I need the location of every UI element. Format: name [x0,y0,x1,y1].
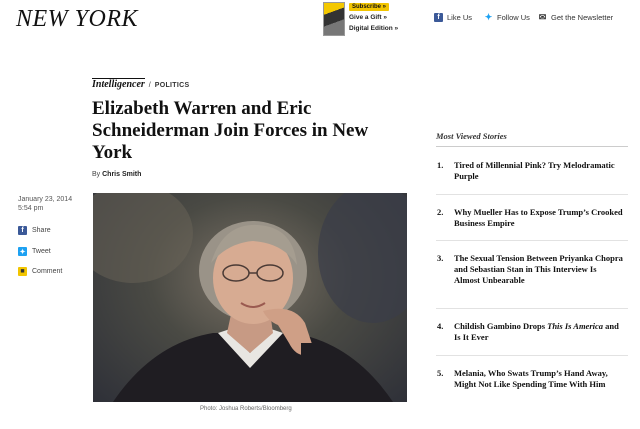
story-number: 1. [437,160,444,170]
follow-us-label: Follow Us [497,13,530,22]
byline-prefix: By [92,171,101,178]
facebook-icon: f [434,13,443,22]
newsletter-label: Get the Newsletter [551,13,614,22]
like-us-link[interactable]: f Like Us [434,13,472,22]
comment-label: Comment [32,268,63,275]
comment-button[interactable]: ■ Comment [18,267,62,276]
most-viewed-item[interactable]: 3. The Sexual Tension Between Priyanka C… [437,253,627,286]
follow-us-link[interactable]: ✦ Follow Us [484,12,530,22]
story-title-part: Childish Gambino Drops [454,321,548,331]
divider [436,240,628,241]
divider [436,194,628,195]
publish-date: January 23, 2014 5:54 pm [18,195,72,213]
story-number: 3. [437,253,444,263]
story-number: 5. [437,368,444,378]
article-headline: Elizabeth Warren and Eric Schneiderman J… [92,98,369,163]
story-title[interactable]: Childish Gambino Drops This Is America a… [454,321,624,343]
kicker-separator: / [148,82,151,89]
mail-icon: ✉ [538,12,547,22]
story-title[interactable]: Why Mueller Has to Expose Trump’s Crooke… [454,207,624,229]
portrait-illustration [93,193,407,402]
share-facebook-button[interactable]: f Share [18,226,51,235]
twitter-icon: ✦ [18,247,27,256]
twitter-icon: ✦ [484,12,493,22]
publish-date-time: 5:54 pm [18,205,44,212]
author-link[interactable]: Chris Smith [102,171,141,178]
new-york-logo[interactable]: NEW YORK [16,6,138,33]
article-photo [93,193,407,402]
share-label: Share [32,227,51,234]
story-number: 2. [437,207,444,217]
article-kicker: Intelligencer / POLITICS [92,78,189,90]
photo-credit: Photo: Joshua Roberts/Bloomberg [200,406,292,412]
share-twitter-button[interactable]: ✦ Tweet [18,247,51,256]
story-number: 4. [437,321,444,331]
most-viewed-item[interactable]: 2. Why Mueller Has to Expose Trump’s Cro… [437,207,627,229]
section-link-politics[interactable]: POLITICS [155,82,190,89]
magazine-cover-thumbnail[interactable] [323,2,345,36]
story-title[interactable]: Tired of Millennial Pink? Try Melodramat… [454,160,624,182]
comment-icon: ■ [18,267,27,276]
newsletter-link[interactable]: ✉ Get the Newsletter [538,12,614,22]
divider [436,308,628,309]
digital-edition-link[interactable]: Digital Edition » [349,25,398,32]
subscribe-button[interactable]: Subscribe » [349,3,390,11]
most-viewed-heading: Most Viewed Stories [436,131,628,147]
intelligencer-brand[interactable]: Intelligencer [92,78,145,90]
most-viewed-item[interactable]: 5. Melania, Who Swats Trump’s Hand Away,… [437,368,627,390]
tweet-label: Tweet [32,248,51,255]
like-us-label: Like Us [447,13,473,22]
divider [436,355,628,356]
most-viewed-item[interactable]: 4. Childish Gambino Drops This Is Americ… [437,321,627,343]
publish-date-day: January 23, 2014 [18,196,73,203]
byline: By Chris Smith [92,171,141,178]
story-title[interactable]: The Sexual Tension Between Priyanka Chop… [454,253,624,286]
give-a-gift-link[interactable]: Give a Gift » [349,14,387,21]
facebook-icon: f [18,226,27,235]
most-viewed-item[interactable]: 1. Tired of Millennial Pink? Try Melodra… [437,160,627,182]
story-title-italic: This Is America [547,321,604,331]
magazine-promo[interactable]: Subscribe » Give a Gift » Digital Editio… [323,2,423,38]
story-title[interactable]: Melania, Who Swats Trump’s Hand Away, Mi… [454,368,624,390]
